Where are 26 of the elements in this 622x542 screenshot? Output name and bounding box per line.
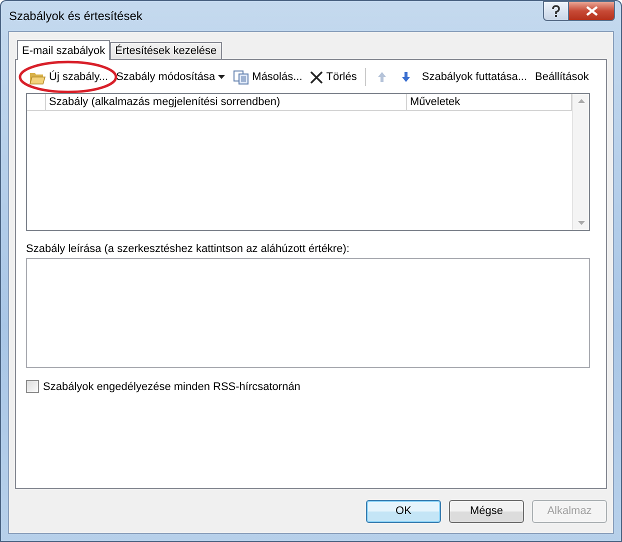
scrollbar[interactable] [572,94,589,230]
checkbox[interactable] [26,380,39,393]
scroll-up-icon [578,99,584,103]
scroll-down-icon [578,221,584,225]
toolbar-button[interactable]: Szabály módosítása [113,69,228,85]
dialog-button[interactable]: Mégse [449,500,524,522]
toolbar-button[interactable]: Beállítások [532,69,592,85]
delete-icon [310,70,324,84]
caret-icon [218,75,226,79]
arrow-down-icon [400,71,411,83]
dialog-button[interactable]: OK [366,500,441,522]
toolbar-button[interactable]: Szabályok futtatása... [418,69,530,85]
close-button[interactable] [569,1,615,21]
help-icon [551,5,561,17]
close-icon [586,6,598,16]
checkbox-label: Szabályok engedélyezése minden RSS-hírcsatornán [43,380,300,392]
help-button[interactable] [543,1,569,21]
column-header[interactable]: Szabály (alkalmazás megjelenítési sorrendben) [46,94,407,110]
description-label: Szabály leírása (a szerkesztéshez kattintson az aláhúzott értékre): [26,243,350,255]
tab[interactable]: Értesítések kezelése [110,42,222,59]
toolbar-button[interactable]: Törlés [307,68,360,86]
toolbar-button[interactable]: Másolás... [230,68,306,86]
copy-icon [233,70,250,84]
tab[interactable]: E-mail szabályok [17,40,110,60]
arrow-up-icon [376,71,387,83]
window-title: Szabályok és értesítések [9,9,142,23]
